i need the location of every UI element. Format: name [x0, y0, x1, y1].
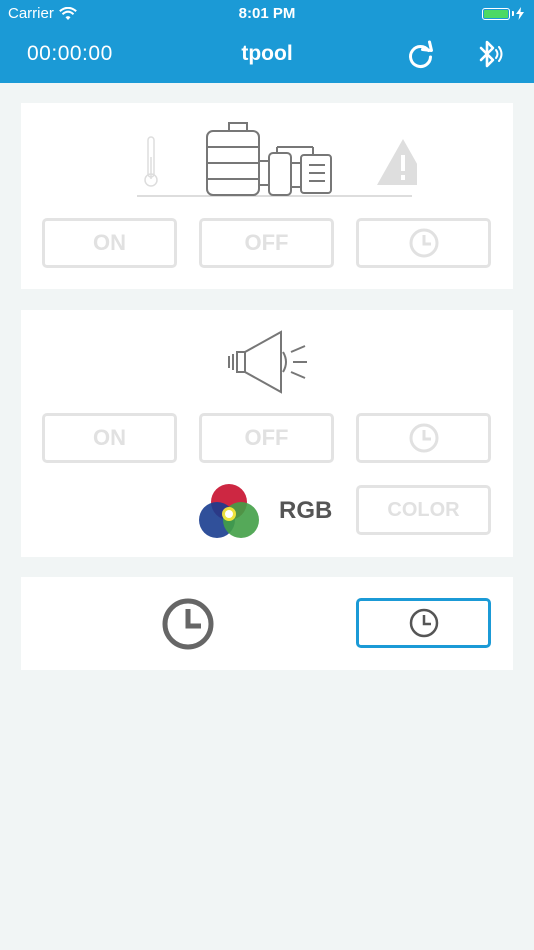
clock-icon	[409, 228, 438, 258]
clock-icon	[409, 608, 438, 638]
light-on-button[interactable]: ON	[42, 413, 177, 463]
schedule-panel	[21, 577, 513, 670]
app-header: Carrier 8:01 PM 00:00:00 tpool	[0, 0, 534, 83]
light-timer-button[interactable]	[356, 413, 491, 463]
schedule-button[interactable]	[356, 598, 491, 648]
battery-icon	[482, 7, 524, 20]
page-title: tpool	[241, 42, 293, 65]
refresh-button[interactable]	[404, 38, 438, 72]
clock-icon	[409, 423, 438, 453]
thermometer-icon	[144, 136, 158, 187]
bluetooth-button[interactable]	[471, 38, 505, 72]
pump-timer-button[interactable]	[356, 218, 491, 268]
charging-icon	[516, 7, 524, 20]
pump-off-label: OFF	[244, 230, 289, 255]
light-panel: ON OFF RGB COLOR	[21, 310, 513, 557]
status-bar: Carrier 8:01 PM	[0, 0, 534, 27]
pump-off-button[interactable]: OFF	[199, 218, 334, 268]
pump-panel: ON OFF	[21, 103, 513, 289]
rgb-label: RGB	[279, 497, 333, 524]
pump-illustration	[137, 122, 417, 197]
pump-on-button[interactable]: ON	[42, 218, 177, 268]
color-label: COLOR	[387, 498, 460, 521]
refresh-icon	[409, 40, 433, 69]
pump-on-label: ON	[93, 230, 126, 255]
status-time: 8:01 PM	[238, 5, 296, 22]
pump-icon	[206, 122, 332, 196]
light-on-label: ON	[93, 425, 126, 450]
bluetooth-icon	[479, 40, 503, 68]
light-off-button[interactable]: OFF	[199, 413, 334, 463]
warning-icon	[377, 139, 417, 185]
pool-light-icon	[228, 330, 307, 394]
light-off-label: OFF	[244, 425, 289, 450]
color-button[interactable]: COLOR	[356, 485, 491, 535]
schedule-clock-icon	[162, 598, 214, 650]
rgb-color-wheel-icon	[199, 484, 259, 538]
